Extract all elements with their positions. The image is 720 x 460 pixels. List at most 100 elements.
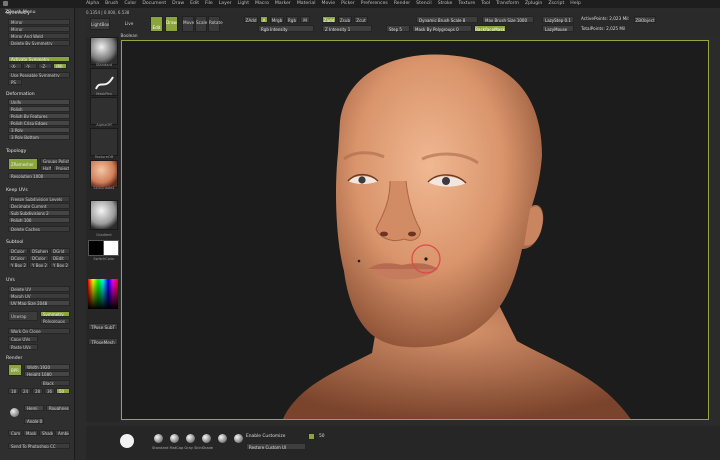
copy-uvs-button[interactable]: Copy UVs bbox=[8, 336, 38, 342]
menu-item-zscript[interactable]: Zscript bbox=[548, 0, 564, 8]
subtool-grid-5[interactable]: DColor bbox=[29, 255, 49, 261]
bg-color-field[interactable]: Black bbox=[40, 380, 70, 386]
zcut-button[interactable]: Zcut bbox=[354, 16, 368, 23]
mrgb-button[interactable]: Mrgb bbox=[270, 16, 284, 23]
lazy-mouse-slider[interactable]: LazyMouse bbox=[542, 25, 574, 32]
max-brush-slider[interactable]: Max Brush Size 1000 bbox=[482, 16, 534, 23]
menu-item-layer[interactable]: Layer bbox=[219, 0, 232, 8]
menu-item-edit[interactable]: Edit bbox=[190, 0, 199, 8]
zsub-button[interactable]: Zsub bbox=[338, 16, 352, 23]
symmetry-header[interactable]: Symmetry bbox=[6, 11, 30, 16]
scale-button[interactable]: Scale bbox=[195, 16, 207, 32]
delete-uv-button[interactable]: Delete UV bbox=[8, 286, 70, 292]
secondary-color-swatch[interactable] bbox=[103, 240, 119, 256]
axis-m-button[interactable]: (M) bbox=[53, 63, 67, 69]
angle-slider[interactable]: Angle 0 bbox=[24, 418, 44, 424]
polish-by-features-slider[interactable]: Polish By Features bbox=[8, 113, 70, 119]
brush-preset-3[interactable] bbox=[186, 434, 195, 443]
menu-item-stencil[interactable]: Stencil bbox=[416, 0, 432, 8]
subtool-grid-7[interactable]: Y Box 2 bbox=[8, 262, 28, 268]
mask-by-polygroups-slider[interactable]: Mask By Polygroups 0 bbox=[412, 25, 472, 32]
menu-item-material[interactable]: Material bbox=[297, 0, 316, 8]
menu-item-transform[interactable]: Transform bbox=[496, 0, 519, 8]
rgb-button[interactable]: Rgb bbox=[286, 16, 298, 23]
draw-button[interactable]: Draw bbox=[165, 16, 178, 32]
groups-polish-button[interactable]: Groups Polish bbox=[40, 158, 70, 164]
menu-item-help[interactable]: Help bbox=[570, 0, 580, 8]
polish-crisp-edges-slider[interactable]: Polish Crisp Edges bbox=[8, 120, 70, 126]
move-button[interactable]: Move bbox=[182, 16, 194, 32]
keep-uvs-header[interactable]: Keep UVs bbox=[6, 188, 28, 193]
3-poly-bottom-slider[interactable]: 3 Poly Bottom bbox=[8, 134, 70, 140]
menu-item-marker[interactable]: Marker bbox=[275, 0, 291, 8]
mask-button[interactable]: Mask bbox=[23, 430, 38, 436]
height-slider[interactable]: Height 1080 bbox=[24, 371, 70, 377]
bpr-button[interactable]: BPR bbox=[8, 364, 22, 376]
ambient-button[interactable]: Ambient bbox=[55, 430, 70, 436]
rgb-intensity-slider[interactable]: Rgb Intensity bbox=[258, 25, 314, 32]
delete-caches-button[interactable]: Delete Caches bbox=[8, 226, 70, 232]
use-poseable-symmetry-button[interactable]: Use Poseable Symmetry bbox=[8, 72, 70, 78]
width-slider[interactable]: Width 1920 bbox=[24, 364, 70, 370]
unwrap-button[interactable]: Unwrap bbox=[8, 311, 38, 321]
menu-item-tool[interactable]: Tool bbox=[481, 0, 490, 8]
rotate-button[interactable]: Rotate bbox=[208, 16, 223, 32]
cam-button[interactable]: Cam bbox=[8, 430, 22, 436]
mirror-and-weld-button[interactable]: Mirror And Weld bbox=[8, 33, 70, 39]
menu-item-render[interactable]: Render bbox=[394, 0, 410, 8]
render-num-36[interactable]: 36 bbox=[44, 388, 55, 394]
freeze-subdivision-button[interactable]: Freeze Subdivision Levels bbox=[8, 196, 70, 202]
subtool-grid-9[interactable]: Y Box 2 bbox=[50, 262, 70, 268]
send-to-photoshop-button[interactable]: Send To Photoshop CC bbox=[8, 443, 70, 449]
tpose-subt-button[interactable]: TPose SubT bbox=[88, 323, 118, 330]
uv-map-size-slider[interactable]: UV Map Size 2048 bbox=[8, 300, 70, 306]
3-poly-slider[interactable]: 3 Poly bbox=[8, 127, 70, 133]
render-num-24[interactable]: 24 bbox=[20, 388, 31, 394]
menu-item-zplugin[interactable]: Zplugin bbox=[525, 0, 542, 8]
activate-symmetry-button[interactable]: Activate Symmetry bbox=[8, 56, 70, 62]
brush-preset-4[interactable] bbox=[202, 434, 211, 443]
project-button[interactable]: Project bbox=[53, 165, 70, 171]
canvas-viewport[interactable] bbox=[121, 40, 709, 420]
menu-item-picker[interactable]: Picker bbox=[341, 0, 355, 8]
polish-slider[interactable]: Polish bbox=[8, 106, 70, 112]
restore-custom-ui-button[interactable]: Restore Custom UI bbox=[246, 443, 306, 450]
menu-item-file[interactable]: File bbox=[205, 0, 213, 8]
sub-subdivisions-slider[interactable]: Sub Subdivisions 2 bbox=[8, 210, 70, 216]
render-num-18[interactable]: 18 bbox=[8, 388, 19, 394]
subtool-header[interactable]: Subtool bbox=[6, 240, 23, 245]
subtool-grid-6[interactable]: DEdit bbox=[50, 255, 70, 261]
zadd-button[interactable]: Zadd bbox=[322, 16, 336, 23]
a-button[interactable]: A bbox=[260, 16, 268, 23]
render-num-50[interactable]: 50 bbox=[56, 388, 70, 394]
unify-slider[interactable]: Unify bbox=[8, 99, 70, 105]
menu-item-alpha[interactable]: Alpha bbox=[86, 0, 99, 8]
paste-uvs-button[interactable]: Paste UVs bbox=[8, 344, 38, 350]
zremesher-button[interactable]: ZRemesher bbox=[8, 158, 38, 170]
ps-button[interactable]: PS bbox=[8, 79, 22, 85]
axis-x-button[interactable]: -X- bbox=[8, 63, 22, 69]
brush-preset-6[interactable] bbox=[234, 434, 243, 443]
axis-z-button[interactable]: -Z- bbox=[38, 63, 52, 69]
mirror-button-2[interactable]: Mirror bbox=[8, 26, 70, 32]
menu-item-light[interactable]: Light bbox=[238, 0, 249, 8]
brush-preset-2[interactable] bbox=[170, 434, 179, 443]
z-intensity-slider[interactable]: Z Intensity 1 bbox=[322, 25, 372, 32]
subtool-grid-4[interactable]: DColor bbox=[8, 255, 28, 261]
brush-preset-5[interactable] bbox=[218, 434, 227, 443]
customize-toggle[interactable] bbox=[308, 433, 315, 440]
m-button[interactable]: M bbox=[300, 16, 310, 23]
topology-header[interactable]: Topology bbox=[6, 149, 26, 154]
primary-color-swatch[interactable] bbox=[88, 240, 104, 256]
menu-item-movie[interactable]: Movie bbox=[321, 0, 335, 8]
subtool-grid-2[interactable]: DSphere bbox=[29, 248, 49, 254]
texture-swatch[interactable] bbox=[90, 128, 118, 156]
polish-100-slider[interactable]: Polish 100 bbox=[8, 217, 70, 223]
standard-brush-swatch[interactable] bbox=[90, 37, 118, 65]
menu-item-draw[interactable]: Draw bbox=[172, 0, 184, 8]
delete-by-symmetry-button[interactable]: Delete By Symmetry bbox=[8, 40, 70, 46]
decimate-current-button[interactable]: Decimate Current bbox=[8, 203, 70, 209]
menu-item-macro[interactable]: Macro bbox=[255, 0, 269, 8]
live-boolean-button[interactable]: Live Boolean bbox=[116, 18, 142, 38]
axis-y-button[interactable]: -Y- bbox=[23, 63, 37, 69]
